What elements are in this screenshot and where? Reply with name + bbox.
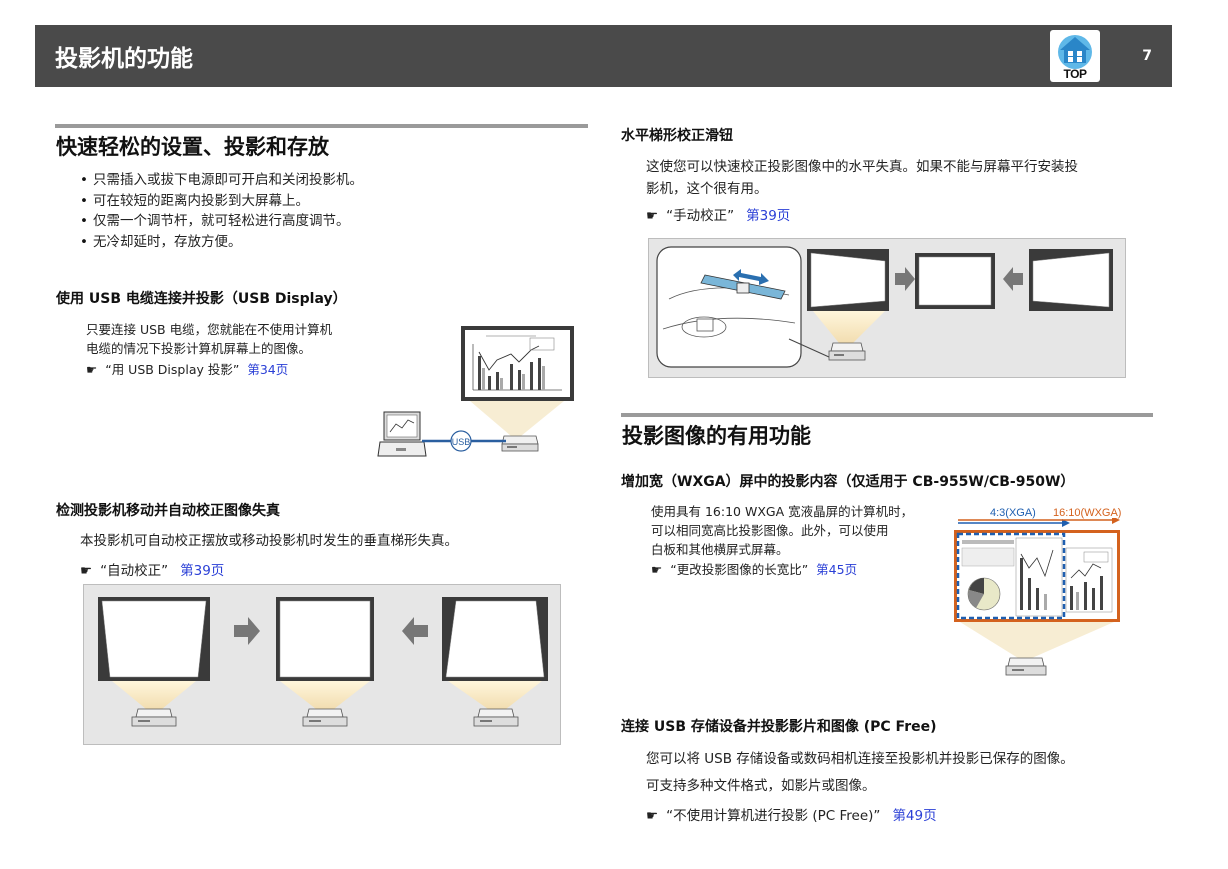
list-item: 无冷却延时，存放方便。 (80, 232, 363, 253)
usb-display-illustration: USB (377, 326, 574, 457)
text-line: 可支持多种文件格式，如影片或图像。 (646, 778, 876, 794)
pointing-hand-icon: ☛ (80, 563, 93, 579)
reference-text: “自动校正” (100, 563, 169, 579)
text-line: 可以相同宽高比投影图像。此外，可以使用 (651, 523, 889, 538)
subsection-title-auto-keystone: 检测投影机移动并自动校正图像失真 (56, 503, 280, 519)
h-keystone-description: 这使您可以快速校正投影图像中的水平失真。如果不能与屏幕平行安装投 影机，这个很有… (646, 156, 1078, 200)
projector-icon (501, 435, 539, 452)
slider-closeup (656, 246, 802, 368)
arrow-left-icon (1003, 267, 1023, 291)
pc-free-description: 您可以将 USB 存储设备或数码相机连接至投影机并投影已保存的图像。 可支持多种… (646, 746, 1074, 800)
section-rule (621, 413, 1153, 417)
projector-icon (302, 708, 348, 727)
arrow-left-icon (402, 617, 428, 645)
subsection-title-pc-free: 连接 USB 存储设备并投影影片和图像 (PC Free) (621, 719, 937, 735)
page-link-45[interactable]: 第45页 (816, 562, 857, 577)
auto-keystone-reference: ☛ “自动校正” 第39页 (80, 559, 224, 579)
section-title-quick-setup: 快速轻松的设置、投影和存放 (56, 135, 329, 159)
home-top-icon (1058, 35, 1092, 69)
text-line: 使用具有 16:10 WXGA 宽液晶屏的计算机时， (651, 504, 914, 519)
pointing-hand-icon: ☛ (646, 808, 659, 824)
subsection-title-h-keystone: 水平梯形校正滑钮 (621, 128, 733, 144)
page-link-39[interactable]: 第39页 (180, 563, 224, 579)
pc-free-reference: ☛ “不使用计算机进行投影 (PC Free)” 第49页 (646, 804, 937, 824)
h-keystone-reference: ☛ “手动校正” 第39页 (646, 204, 790, 224)
page-header: 投影机的功能 TOP 7 (35, 25, 1172, 87)
subsection-title-usb-display: 使用 USB 电缆连接并投影（USB Display） (56, 291, 347, 307)
projector-icon (828, 342, 866, 361)
arrow-right-icon (895, 267, 915, 291)
text-line: 这使您可以快速校正投影图像中的水平失真。如果不能与屏幕平行安装投 (646, 159, 1078, 175)
page-link-39[interactable]: 第39页 (746, 208, 790, 224)
list-item: 仅需一个调节杆，就可轻松进行高度调节。 (80, 211, 363, 232)
projector-icon (131, 708, 177, 727)
text-line: 只要连接 USB 电缆，您就能在不使用计算机 (86, 322, 333, 337)
wxga-illustration (954, 518, 1120, 676)
projector-icon (1005, 657, 1047, 676)
auto-keystone-description: 本投影机可自动校正摆放或移动投影机时发生的垂直梯形失真。 (80, 533, 458, 549)
page-link-34[interactable]: 第34页 (247, 362, 288, 377)
subsection-title-wxga: 增加宽（WXGA）屏中的投影内容（仅适用于 CB-955W/CB-950W） (621, 474, 1075, 490)
text-line: 电缆的情况下投影计算机屏幕上的图像。 (86, 341, 312, 356)
feature-bullet-list: 只需插入或拔下电源即可开启和关闭投影机。 可在较短的距离内投影到大屏幕上。 仅需… (80, 170, 363, 252)
projector-icon (473, 708, 519, 727)
usb-label: USB (452, 437, 471, 447)
text-line: 影机，这个很有用。 (646, 181, 768, 197)
page-title: 投影机的功能 (55, 46, 193, 72)
usb-display-reference: ☛ “用 USB Display 投影” 第34页 (86, 359, 288, 378)
section-title-useful-features: 投影图像的有用功能 (622, 424, 811, 448)
reference-text: “手动校正” (666, 208, 735, 224)
list-item: 只需插入或拔下电源即可开启和关闭投影机。 (80, 170, 363, 191)
usb-display-description: 只要连接 USB 电缆，您就能在不使用计算机 电缆的情况下投影计算机屏幕上的图像… (86, 320, 332, 358)
text-line: 您可以将 USB 存储设备或数码相机连接至投影机并投影已保存的图像。 (646, 751, 1074, 767)
reference-text: “不使用计算机进行投影 (PC Free)” (666, 808, 881, 824)
page-number: 7 (1142, 48, 1152, 64)
top-button[interactable]: TOP (1050, 30, 1100, 82)
wxga-reference: ☛ “更改投影图像的长宽比” 第45页 (651, 559, 857, 578)
h-keystone-illustration (648, 238, 1126, 378)
page-link-49[interactable]: 第49页 (892, 808, 936, 824)
text-line: 白板和其他横屏式屏幕。 (651, 542, 789, 557)
reference-text: “更改投影图像的长宽比” (670, 562, 809, 577)
top-label: TOP (1063, 67, 1087, 81)
pointing-hand-icon: ☛ (86, 362, 98, 377)
pointing-hand-icon: ☛ (651, 562, 663, 577)
reference-text: “用 USB Display 投影” (105, 362, 240, 377)
wxga-description: 使用具有 16:10 WXGA 宽液晶屏的计算机时， 可以相同宽高比投影图像。此… (651, 502, 913, 559)
list-item: 可在较短的距离内投影到大屏幕上。 (80, 191, 363, 212)
section-rule (55, 124, 588, 128)
arrow-right-icon (234, 617, 260, 645)
auto-keystone-illustration (83, 584, 561, 745)
laptop-icon (377, 411, 427, 457)
pointing-hand-icon: ☛ (646, 208, 659, 224)
